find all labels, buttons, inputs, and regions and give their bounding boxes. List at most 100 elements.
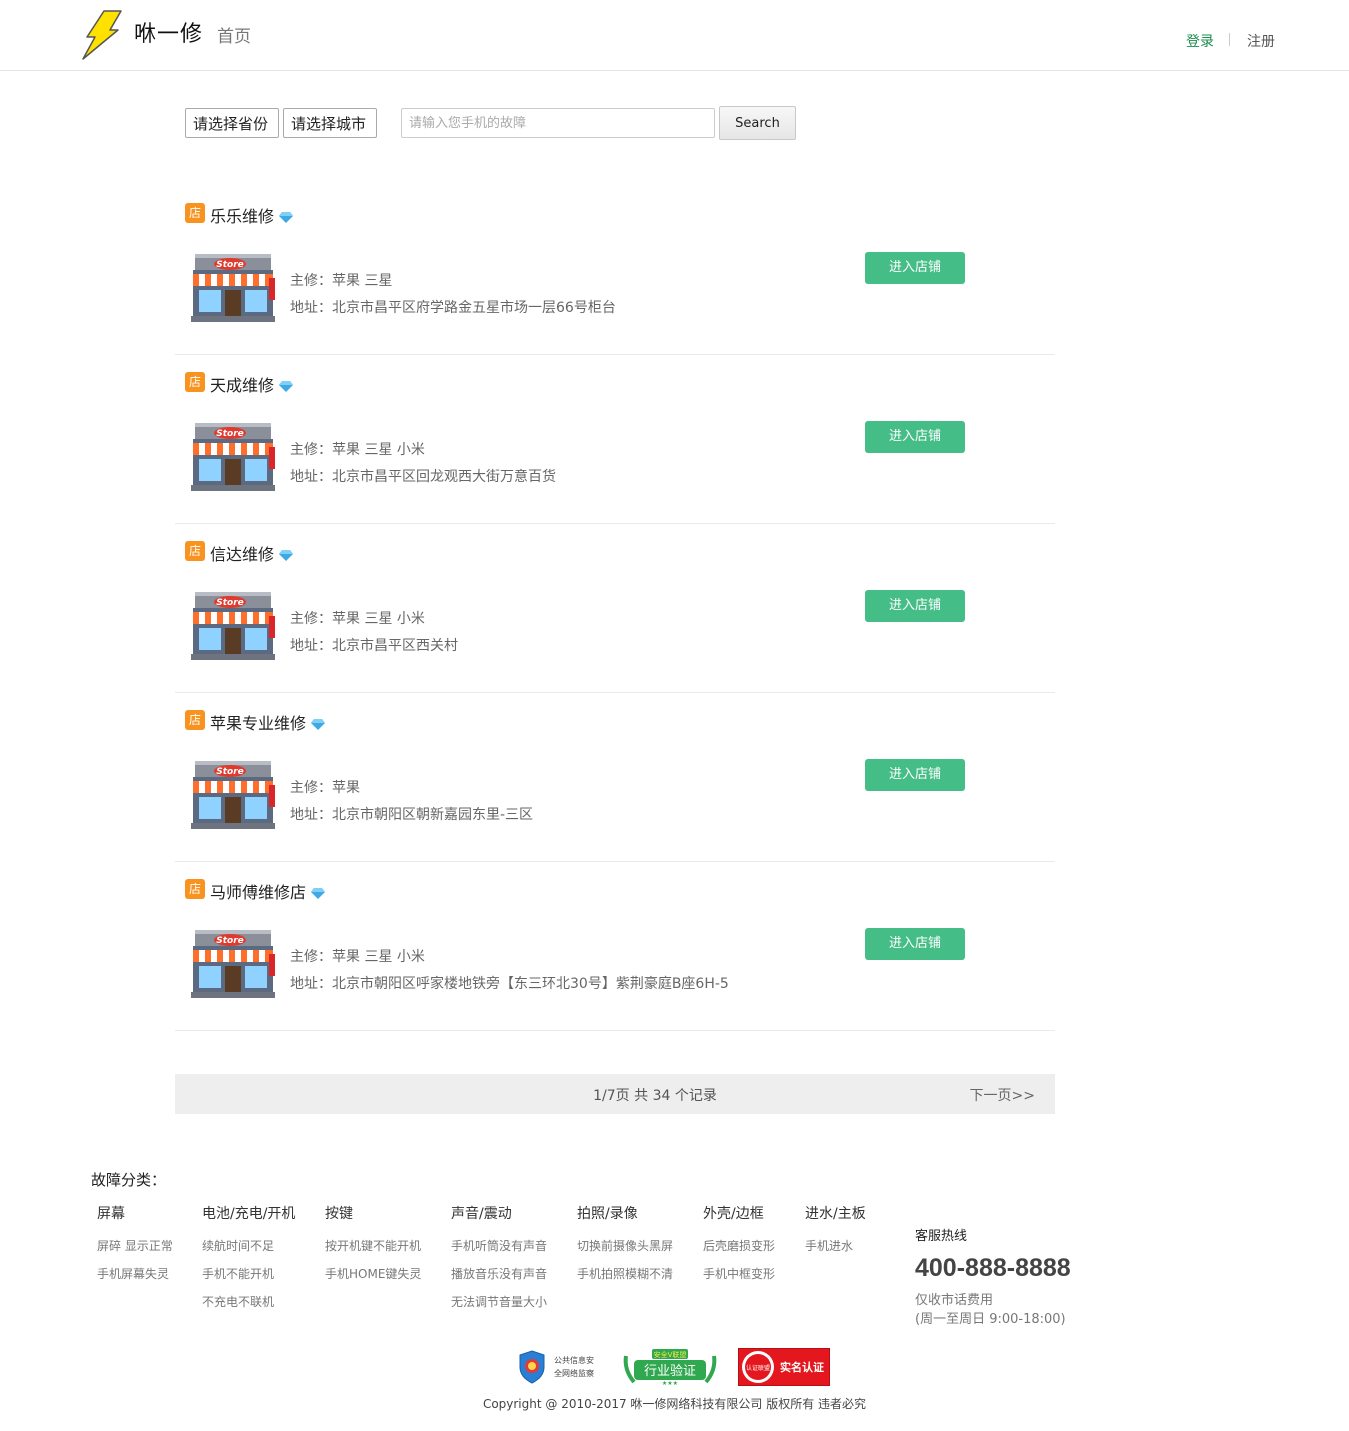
svg-text:Store: Store: [216, 429, 244, 439]
shop-badge-icon: 店: [185, 203, 205, 223]
store-image[interactable]: Store: [189, 928, 277, 1000]
lightning-logo-icon[interactable]: [80, 10, 122, 60]
diamond-icon: [279, 212, 294, 223]
svg-text:Store: Store: [216, 260, 244, 270]
next-page-link[interactable]: 下一页>>: [970, 1085, 1035, 1105]
category-heading[interactable]: 外壳/边框: [703, 1203, 775, 1223]
category-heading[interactable]: 电池/充电/开机: [202, 1203, 295, 1223]
security-shield-badge-icon[interactable]: 公共信息安 全网络监察: [518, 1348, 598, 1386]
search-button[interactable]: Search: [719, 106, 796, 140]
register-link[interactable]: 注册: [1247, 31, 1275, 51]
category-link[interactable]: 不充电不联机: [202, 1295, 295, 1323]
diamond-icon: [279, 550, 294, 561]
shop-name[interactable]: 乐乐维修: [210, 203, 294, 227]
store-image[interactable]: Store: [189, 590, 277, 662]
shop-item: 店 乐乐维修 Store 主修：苹果 三星 地址：北京市昌平区府学路金五星市场一…: [175, 186, 1055, 355]
shop-badge-icon: 店: [185, 372, 205, 392]
shop-brands: 主修：苹果: [290, 780, 360, 796]
hotline-number: 400-888-8888: [915, 1254, 1071, 1282]
copyright: Copyright @ 2010-2017 咻一修网络科技有限公司 版权所有 违…: [482, 1397, 867, 1411]
shop-name[interactable]: 苹果专业维修: [210, 710, 326, 734]
cert2-main: 行业验证: [644, 1363, 696, 1379]
category-link[interactable]: 续航时间不足: [202, 1239, 295, 1267]
shop-name[interactable]: 马师傅维修店: [210, 879, 326, 903]
category-column: 声音/震动手机听筒没有声音 播放音乐没有声音 无法调节音量大小: [451, 1203, 547, 1323]
svg-text:Store: Store: [216, 598, 244, 608]
shop-address: 地址：北京市昌平区西关村: [290, 638, 458, 654]
cert3-main: 实名认证: [780, 1360, 824, 1374]
enter-shop-button[interactable]: 进入店铺: [865, 252, 965, 284]
login-link[interactable]: 登录: [1186, 31, 1214, 51]
shop-badge-icon: 店: [185, 541, 205, 561]
category-link[interactable]: 手机进水: [805, 1239, 866, 1267]
category-link[interactable]: 播放音乐没有声音: [451, 1267, 547, 1295]
category-link[interactable]: 手机听筒没有声音: [451, 1239, 547, 1267]
cert1-line1: 公共信息安: [554, 1355, 594, 1365]
category-link[interactable]: 手机HOME键失灵: [325, 1267, 421, 1295]
cert2-top: 安全V联盟: [654, 1350, 687, 1359]
category-link[interactable]: 切换前摄像头黑屏: [577, 1239, 673, 1267]
hotline-label: 客服热线: [915, 1229, 968, 1244]
shop-item: 店 天成维修 Store 主修：苹果 三星 小米 地址：北京市昌平区回龙观西大街…: [175, 355, 1055, 524]
shop-address: 地址：北京市朝阳区呼家楼地铁旁【东三环北30号】紫荆豪庭B座6H-5: [290, 976, 729, 992]
shop-brands: 主修：苹果 三星: [290, 273, 393, 289]
category-column: 屏幕屏碎 显示正常 手机屏幕失灵: [97, 1203, 173, 1295]
enter-shop-button[interactable]: 进入店铺: [865, 928, 965, 960]
hotline-hours: (周一至周日 9:00-18:00): [915, 1312, 1066, 1327]
enter-shop-button[interactable]: 进入店铺: [865, 590, 965, 622]
shop-item: 店 苹果专业维修 Store 主修：苹果 地址：北京市朝阳区朝新嘉园东里-三区 …: [175, 693, 1055, 862]
shop-badge-icon: 店: [185, 879, 205, 899]
svg-text:Store: Store: [216, 767, 244, 777]
category-heading[interactable]: 声音/震动: [451, 1203, 547, 1223]
category-link[interactable]: 手机不能开机: [202, 1267, 295, 1295]
category-link[interactable]: 屏碎 显示正常: [97, 1239, 173, 1267]
shop-item: 店 信达维修 Store 主修：苹果 三星 小米 地址：北京市昌平区西关村 进入…: [175, 524, 1055, 693]
shop-item: 店 马师傅维修店 Store 主修：苹果 三星 小米 地址：北京市朝阳区呼家楼地…: [175, 862, 1055, 1031]
category-title: 故障分类：: [91, 1171, 167, 1189]
enter-shop-button[interactable]: 进入店铺: [865, 421, 965, 453]
site-header: 咻一修 首页 登录 注册: [0, 0, 1349, 71]
category-link[interactable]: 无法调节音量大小: [451, 1295, 547, 1323]
store-image[interactable]: Store: [189, 421, 277, 493]
category-link[interactable]: 按开机键不能开机: [325, 1239, 421, 1267]
brand-name[interactable]: 咻一修: [134, 16, 203, 48]
industry-verified-badge-icon[interactable]: 安全V联盟 行业验证 ★★★: [622, 1348, 718, 1386]
shop-name[interactable]: 信达维修: [210, 541, 294, 565]
category-column: 拍照/录像切换前摄像头黑屏 手机拍照模糊不清: [577, 1203, 673, 1295]
province-select[interactable]: 请选择省份: [185, 108, 279, 138]
category-column: 电池/充电/开机续航时间不足 手机不能开机 不充电不联机: [202, 1203, 295, 1323]
diamond-icon: [311, 719, 326, 730]
search-input[interactable]: [401, 108, 715, 138]
shop-badge-icon: 店: [185, 710, 205, 730]
shop-address: 地址：北京市朝阳区朝新嘉园东里-三区: [290, 807, 534, 823]
category-heading[interactable]: 按键: [325, 1203, 421, 1223]
hotline-note: 仅收市话费用: [915, 1293, 994, 1308]
shop-brands: 主修：苹果 三星 小米: [290, 949, 425, 965]
shop-name[interactable]: 天成维修: [210, 372, 294, 396]
shop-brands: 主修：苹果 三星 小米: [290, 611, 425, 627]
category-heading[interactable]: 屏幕: [97, 1203, 173, 1223]
nav-divider: [1229, 33, 1230, 46]
cert3-seal: 认证联盟: [746, 1364, 770, 1372]
shop-address: 地址：北京市昌平区回龙观西大街万意百货: [290, 469, 556, 485]
store-image[interactable]: Store: [189, 759, 277, 831]
category-column: 按键按开机键不能开机 手机HOME键失灵: [325, 1203, 421, 1295]
diamond-icon: [279, 381, 294, 392]
real-name-cert-badge-icon[interactable]: 认证联盟 实名认证: [738, 1348, 830, 1386]
category-heading[interactable]: 进水/主板: [805, 1203, 866, 1223]
city-select[interactable]: 请选择城市: [283, 108, 377, 138]
category-link[interactable]: 手机中框变形: [703, 1267, 775, 1295]
shop-brands: 主修：苹果 三星 小米: [290, 442, 425, 458]
category-link[interactable]: 手机屏幕失灵: [97, 1267, 173, 1295]
category-link[interactable]: 手机拍照模糊不清: [577, 1267, 673, 1295]
store-image[interactable]: Store: [189, 252, 277, 324]
shop-address: 地址：北京市昌平区府学路金五星市场一层66号柜台: [290, 300, 616, 316]
enter-shop-button[interactable]: 进入店铺: [865, 759, 965, 791]
nav-home[interactable]: 首页: [217, 22, 251, 47]
svg-text:★★★: ★★★: [662, 1380, 678, 1386]
category-heading[interactable]: 拍照/录像: [577, 1203, 673, 1223]
category-column: 外壳/边框后壳磨损变形 手机中框变形: [703, 1203, 775, 1295]
pagination: 1/7页 共 34 个记录 下一页>>: [175, 1074, 1055, 1114]
diamond-icon: [311, 888, 326, 899]
category-link[interactable]: 后壳磨损变形: [703, 1239, 775, 1267]
